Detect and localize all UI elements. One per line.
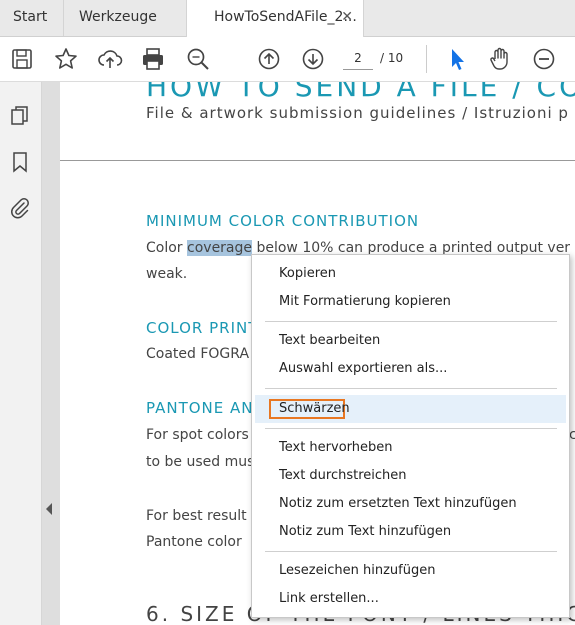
- print-icon[interactable]: [139, 45, 167, 73]
- divider-line: [60, 160, 575, 161]
- attachment-icon[interactable]: [8, 196, 32, 220]
- toolbar-divider: [426, 45, 427, 73]
- document-subtitle: File & artwork submission guidelines / I…: [146, 104, 569, 122]
- section-pantone-line3[interactable]: For best result: [146, 508, 247, 524]
- tab-tools[interactable]: Werkzeuge: [63, 0, 186, 36]
- tab-bar: Start Werkzeuge HowToSendAFile_2... ✕: [0, 0, 575, 37]
- cloud-upload-icon[interactable]: [96, 45, 124, 73]
- tab-document[interactable]: HowToSendAFile_2... ✕: [186, 0, 364, 37]
- text-pre: Color: [146, 240, 188, 256]
- menu-separator: [265, 551, 557, 552]
- next-page-icon[interactable]: [299, 45, 327, 73]
- menu-item-replace-note[interactable]: Notiz zum ersetzten Text hinzufügen: [279, 496, 517, 511]
- close-tab-icon[interactable]: ✕: [341, 0, 353, 34]
- section-heading-min-color: MINIMUM COLOR CONTRIBUTION: [146, 212, 420, 230]
- menu-item-add-bookmark[interactable]: Lesezeichen hinzufügen: [279, 563, 435, 578]
- page-total: / 10: [380, 51, 404, 65]
- zoom-search-icon[interactable]: [184, 45, 212, 73]
- section-heading-color-print: COLOR PRINT: [146, 319, 259, 337]
- menu-separator: [265, 321, 557, 322]
- section-pantone-line4[interactable]: Pantone color: [146, 534, 242, 550]
- previous-page-icon[interactable]: [255, 45, 283, 73]
- menu-item-copy-with-formatting[interactable]: Mit Formatierung kopieren: [279, 294, 451, 309]
- selected-text[interactable]: coverage: [187, 240, 253, 256]
- menu-item-highlight-text[interactable]: Text hervorheben: [279, 440, 393, 455]
- document-title-main: HOW TO SEND A FILE: [146, 82, 501, 103]
- document-title: HOW TO SEND A FILE / COMP: [146, 82, 575, 103]
- section-pantone-line2[interactable]: to be used mus: [146, 454, 254, 470]
- bookmark-icon[interactable]: [8, 150, 32, 174]
- section-heading-pantone: PANTONE AN: [146, 399, 254, 417]
- menu-item-export-selection[interactable]: Auswahl exportieren als...: [279, 361, 447, 376]
- page-number-input[interactable]: 2: [343, 47, 373, 70]
- pages-thumbnail-icon[interactable]: [8, 104, 32, 128]
- menu-item-edit-text[interactable]: Text bearbeiten: [279, 333, 380, 348]
- collapse-panel-arrow-icon[interactable]: [46, 503, 52, 515]
- section-color-print-line1[interactable]: Coated FOGRA: [146, 346, 249, 362]
- menu-item-text-note[interactable]: Notiz zum Text hinzufügen: [279, 524, 451, 539]
- save-icon[interactable]: [8, 45, 36, 73]
- context-menu: Kopieren Mit Formatierung kopieren Text …: [251, 254, 570, 618]
- star-icon[interactable]: [52, 45, 80, 73]
- left-navigation-rail: [0, 82, 42, 625]
- select-cursor-icon[interactable]: [443, 45, 471, 73]
- menu-separator: [265, 428, 557, 429]
- menu-item-copy[interactable]: Kopieren: [279, 266, 336, 281]
- section-min-color-line2[interactable]: weak.: [146, 266, 187, 282]
- menu-item-strikethrough[interactable]: Text durchstreichen: [279, 468, 407, 483]
- zoom-out-icon[interactable]: [530, 45, 558, 73]
- menu-item-redact[interactable]: Schwärzen: [279, 401, 350, 416]
- tab-start[interactable]: Start: [0, 0, 63, 36]
- menu-item-create-link[interactable]: Link erstellen...: [279, 591, 379, 606]
- document-title-suffix: / COMP: [512, 82, 575, 103]
- tab-document-label: HowToSendAFile_2...: [214, 9, 357, 25]
- toolbar: 2 / 10: [0, 37, 575, 82]
- hand-tool-icon[interactable]: [486, 45, 514, 73]
- section-pantone-line1[interactable]: For spot colors: [146, 427, 249, 443]
- menu-separator: [265, 388, 557, 389]
